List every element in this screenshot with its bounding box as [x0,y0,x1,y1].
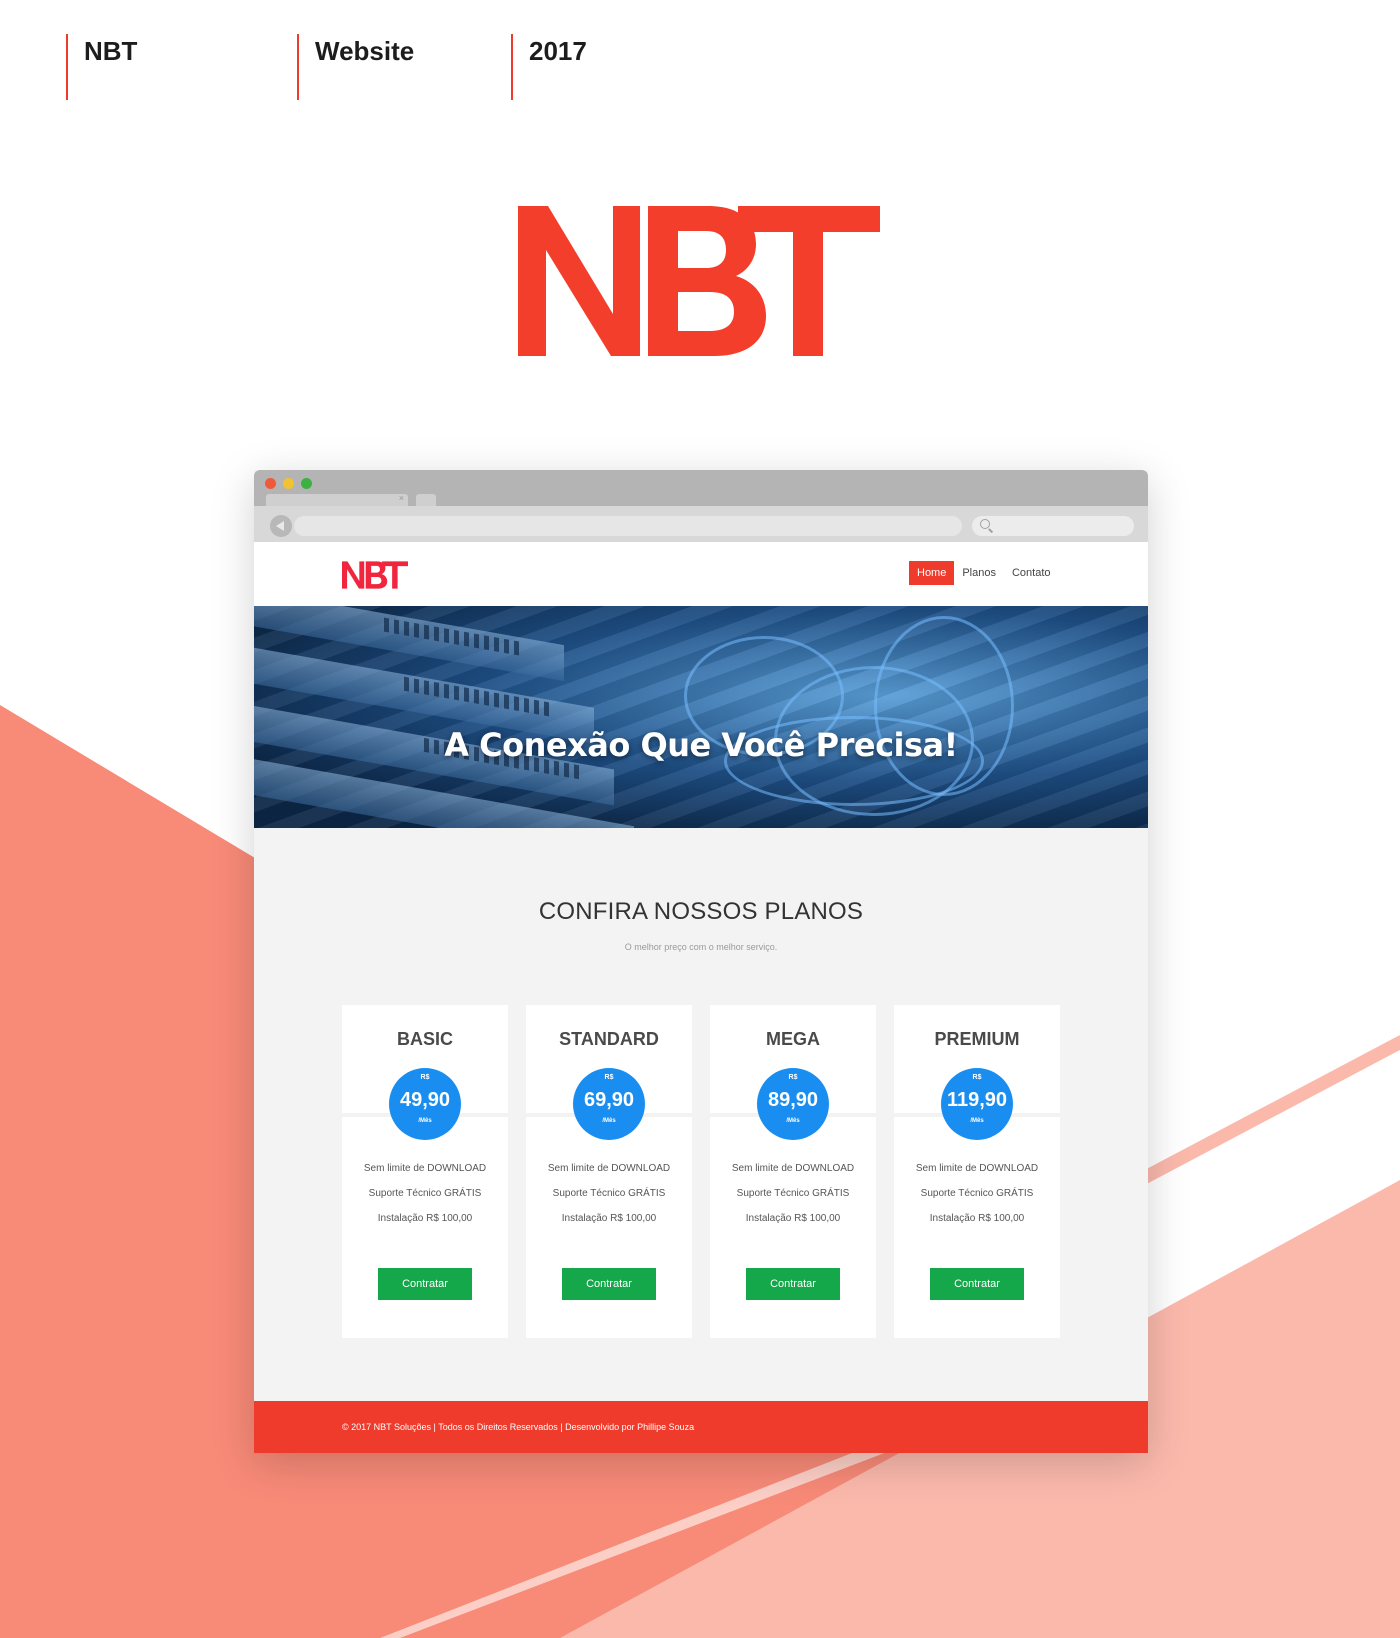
address-bar[interactable] [294,516,962,536]
meta-year-text: 2017 [529,36,587,66]
site-logo[interactable] [342,561,408,589]
plan-feature: Instalação R$ 100,00 [377,1213,473,1224]
search-icon [980,519,990,529]
plan-card-standard: STANDARD R$ 69,90 /Mês Sem limite de DOW… [526,1005,692,1338]
site-footer: © 2017 NBT Soluções | Todos os Direitos … [254,1401,1148,1453]
plans-subtitle: O melhor preço com o melhor serviço. [624,942,778,952]
plan-feature: Sem limite de DOWNLOAD [731,1163,855,1174]
plans-section: CONFIRA NOSSOS PLANOS O melhor preço com… [254,828,1148,1401]
plan-feature: Sem limite de DOWNLOAD [915,1163,1039,1174]
plan-feature: Sem limite de DOWNLOAD [547,1163,671,1174]
contratar-button[interactable]: Contratar [746,1268,840,1300]
meta-year: 2017 [511,34,587,100]
plan-name: STANDARD [559,1029,659,1049]
plan-card-mega: MEGA R$ 89,90 /Mês Sem limite de DOWNLOA… [710,1005,876,1338]
site-header: Home Planos Contato [254,542,1148,606]
price-badge: R$ 49,90 /Mês [389,1068,461,1140]
plan-name: PREMIUM [934,1029,1020,1049]
close-tab-icon[interactable]: × [399,493,404,503]
plan-name: BASIC [396,1029,453,1049]
plan-feature: Suporte Técnico GRÁTIS [552,1188,666,1199]
minimize-window-icon[interactable] [283,478,294,489]
contratar-button[interactable]: Contratar [930,1268,1024,1300]
price-badge: R$ 69,90 /Mês [573,1068,645,1140]
plan-feature: Suporte Técnico GRÁTIS [368,1188,482,1199]
price-period: /Mês [786,1118,800,1124]
new-tab-button[interactable] [416,494,436,506]
maximize-window-icon[interactable] [301,478,312,489]
plan-card-basic: BASIC R$ 49,90 /Mês Sem limite de DOWNLO… [342,1005,508,1338]
nav-home[interactable]: Home [909,561,955,585]
back-arrow-icon[interactable] [270,515,292,537]
price-value: 69,90 [583,1089,635,1111]
price-period: /Mês [418,1118,432,1124]
price-period: /Mês [602,1118,616,1124]
price-period: /Mês [970,1118,984,1124]
browser-toolbar [254,506,1148,542]
price-value: 119,90 [946,1089,1008,1111]
plan-feature: Suporte Técnico GRÁTIS [736,1188,850,1199]
hero-title: A Conexão Que Você Precisa! [444,726,958,764]
footer-text: © 2017 NBT Soluções | Todos os Direitos … [342,1422,695,1432]
browser-tab[interactable]: × [266,493,408,506]
hero-banner: A Conexão Que Você Precisa! [254,606,1148,828]
nav-planos[interactable]: Planos [954,561,1004,585]
price-badge: R$ 119,90 /Mês [941,1068,1013,1140]
meta-client-text: NBT [84,36,138,66]
plan-name: MEGA [766,1029,820,1049]
price-currency: R$ [604,1074,614,1081]
nav-contato[interactable]: Contato [1004,561,1059,585]
plan-feature: Suporte Técnico GRÁTIS [920,1188,1034,1199]
browser-titlebar: × [254,470,1148,506]
contratar-button[interactable]: Contratar [562,1268,656,1300]
plan-feature: Instalação R$ 100,00 [745,1213,841,1224]
price-currency: R$ [420,1074,430,1081]
site-nav: Home Planos Contato [909,561,1059,585]
browser-search-field[interactable] [972,516,1134,536]
contratar-button[interactable]: Contratar [378,1268,472,1300]
price-value: 49,90 [399,1089,451,1111]
meta-client: NBT [66,34,137,100]
nbt-logo [518,206,880,356]
plan-card-premium: PREMIUM R$ 119,90 /Mês Sem limite de DOW… [894,1005,1060,1338]
browser-window: × Home Planos Contato A Conexão Que Você… [254,470,1148,1453]
plan-feature: Instalação R$ 100,00 [561,1213,657,1224]
plan-feature: Sem limite de DOWNLOAD [363,1163,487,1174]
price-value: 89,90 [767,1089,819,1111]
meta-category-text: Website [315,36,415,66]
plans-title: CONFIRA NOSSOS PLANOS [538,898,864,925]
price-currency: R$ [972,1074,982,1081]
price-currency: R$ [788,1074,798,1081]
meta-category: Website [297,34,414,100]
plan-feature: Instalação R$ 100,00 [929,1213,1025,1224]
close-window-icon[interactable] [265,478,276,489]
plan-cards: BASIC R$ 49,90 /Mês Sem limite de DOWNLO… [342,1005,1060,1338]
price-badge: R$ 89,90 /Mês [757,1068,829,1140]
